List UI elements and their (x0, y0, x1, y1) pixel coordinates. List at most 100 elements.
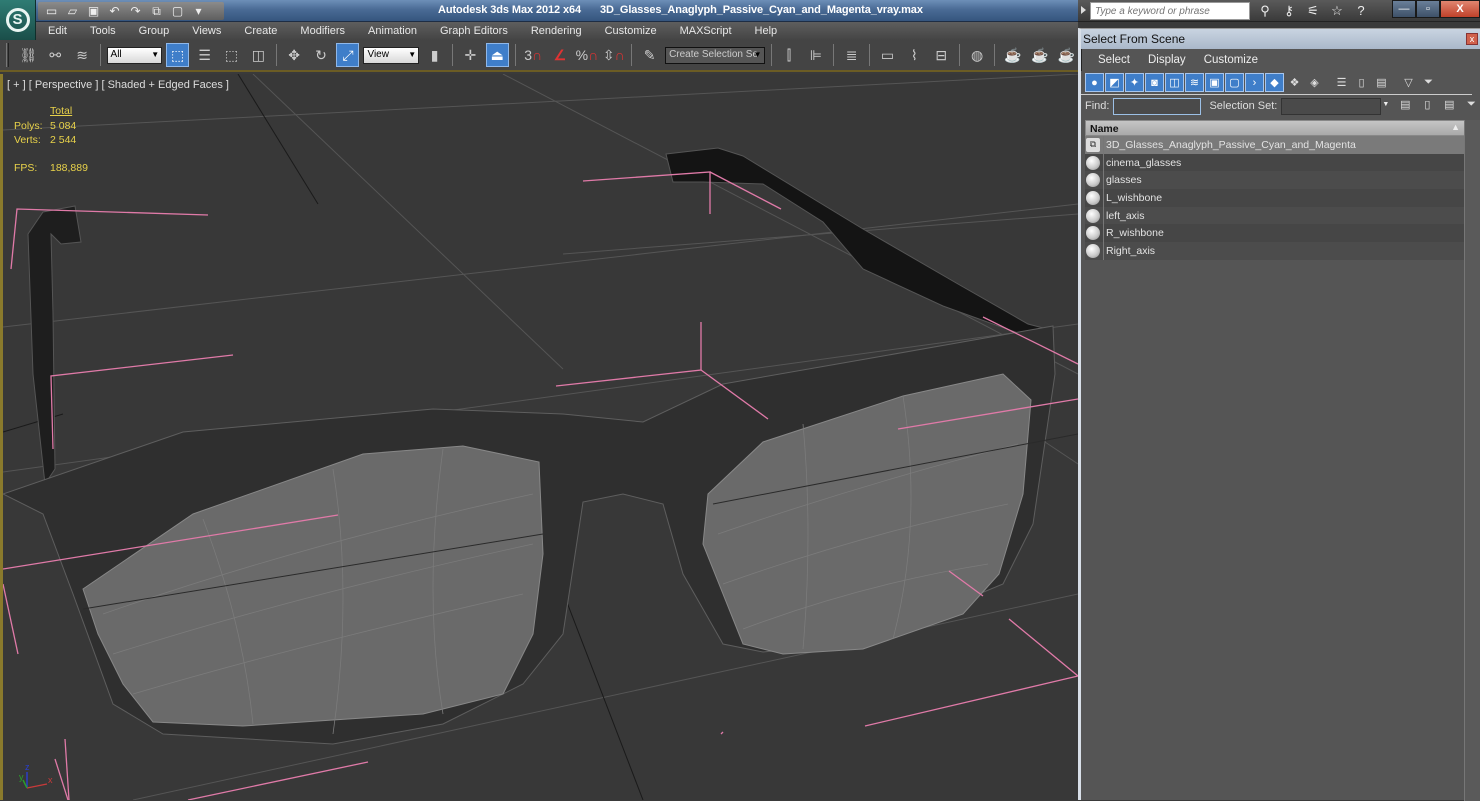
render-setup-icon[interactable]: ☕ (1001, 43, 1024, 67)
rendered-frame-window-icon[interactable]: ☕ (1028, 43, 1051, 67)
render-production-icon[interactable]: ☕ (1055, 43, 1078, 67)
restore-button[interactable]: ▫ (1416, 0, 1440, 18)
window-icon[interactable]: ▢ (170, 4, 185, 18)
minimize-button[interactable]: — (1392, 0, 1416, 18)
menu-modifiers[interactable]: Modifiers (300, 25, 345, 37)
schematic-view-icon[interactable]: ⊟ (930, 43, 953, 67)
new-file-icon[interactable]: ▭ (44, 4, 59, 18)
menu-views[interactable]: Views (192, 25, 221, 37)
edit-named-selection-icon[interactable]: ✎ (638, 43, 661, 67)
redo-icon[interactable]: ↷ (128, 4, 143, 18)
angle-snap-icon[interactable]: ∠ (549, 43, 572, 67)
select-children-icon[interactable]: ▤ (1397, 98, 1413, 114)
named-selection-set-dropdown[interactable]: Create Selection Se (665, 46, 765, 64)
reference-coordinate-dropdown[interactable]: View (363, 46, 420, 64)
menu-edit[interactable]: Edit (48, 25, 67, 37)
viewport-canvas[interactable]: z y x (3, 74, 1078, 800)
select-and-rotate-icon[interactable]: ↻ (310, 43, 333, 67)
list-item[interactable]: R_wishbone (1085, 224, 1465, 243)
app-menu-button[interactable]: S (0, 0, 36, 40)
select-and-link-icon[interactable]: ⛓ (17, 43, 40, 67)
percent-snap-icon[interactable]: % ∩ (575, 43, 599, 67)
select-influences-icon[interactable]: ▤ (1441, 98, 1457, 114)
rectangular-selection-icon[interactable]: ⬚ (220, 43, 243, 67)
keyboard-shortcut-override-icon[interactable]: ⏏ (485, 43, 509, 67)
left-temple-arm[interactable] (27, 205, 82, 486)
menu-customize[interactable]: Customize (605, 25, 657, 37)
unlink-icon[interactable]: ⚯ (44, 43, 67, 67)
select-and-manipulate-icon[interactable]: ✛ (459, 43, 482, 67)
align-icon[interactable]: ⊫ (804, 43, 827, 67)
open-file-icon[interactable]: ▱ (65, 4, 80, 18)
selection-filter-dropdown[interactable]: All (106, 46, 163, 64)
find-input[interactable] (1113, 97, 1202, 115)
perspective-viewport[interactable]: z y x [ + ] [ Perspective ] [ Shaded + E… (0, 74, 1078, 800)
pivot-center-icon[interactable]: ▮ (423, 43, 446, 67)
display-groups-icon[interactable]: ▣ (1205, 73, 1224, 92)
menu-graph-editors[interactable]: Graph Editors (440, 25, 508, 37)
select-dependents-icon[interactable]: ▯ (1419, 98, 1435, 114)
select-object-icon[interactable]: ⬚ (166, 43, 190, 67)
window-crossing-icon[interactable]: ◫ (247, 43, 270, 67)
display-helpers-icon[interactable]: ◫ (1165, 73, 1184, 92)
menu-rendering[interactable]: Rendering (531, 25, 582, 37)
dialog-scrollbar[interactable] (1464, 120, 1480, 801)
graphite-modeling-icon[interactable]: ▭ (876, 43, 899, 67)
curve-editor-icon[interactable]: ⌇ (903, 43, 926, 67)
mirror-icon[interactable]: ⫿ (778, 43, 801, 67)
dialog-close-button[interactable]: x (1466, 33, 1478, 45)
find-options-icon[interactable]: ⏷ (1463, 98, 1479, 114)
viewport-label-menu[interactable]: [ + ] [ Perspective ] [ Shaded + Edged F… (7, 79, 229, 91)
help-icon[interactable]: ? (1352, 2, 1370, 20)
material-editor-icon[interactable]: ◍ (966, 43, 989, 67)
display-containers-icon[interactable]: ◆ (1265, 73, 1284, 92)
satellite-icon[interactable]: ⚟ (1304, 2, 1322, 20)
menu-animation[interactable]: Animation (368, 25, 417, 37)
select-by-name-icon[interactable]: ☰ (193, 43, 216, 67)
menu-tools[interactable]: Tools (90, 25, 116, 37)
display-frozen-icon[interactable]: ❖ (1285, 73, 1304, 92)
list-item[interactable]: L_wishbone (1085, 189, 1465, 207)
display-shapes-icon[interactable]: ◩ (1105, 73, 1124, 92)
select-and-move-icon[interactable]: ✥ (283, 43, 306, 67)
infocenter-search-input[interactable] (1090, 2, 1250, 20)
close-button[interactable]: X (1440, 0, 1480, 18)
dialog-menu-select[interactable]: Select (1098, 54, 1130, 66)
dialog-menu-display[interactable]: Display (1148, 54, 1186, 66)
snaps-toggle-icon[interactable]: 3 ∩ (522, 43, 545, 67)
menu-group[interactable]: Group (139, 25, 170, 37)
toolbar-grip[interactable] (6, 43, 9, 67)
list-item[interactable]: cinema_glasses (1085, 153, 1465, 172)
save-icon[interactable]: ▣ (86, 4, 101, 18)
dialog-title-bar[interactable]: Select From Scene x (1081, 29, 1480, 49)
menu-maxscript[interactable]: MAXScript (680, 25, 732, 37)
key-icon[interactable]: ⚷ (1280, 2, 1298, 20)
binoculars-icon[interactable]: ⚲ (1256, 2, 1274, 20)
menu-create[interactable]: Create (244, 25, 277, 37)
star-icon[interactable]: ☆ (1328, 2, 1346, 20)
select-none-icon[interactable]: ▯ (1352, 73, 1371, 92)
filter-options-icon[interactable]: ⏷ (1419, 73, 1438, 92)
display-hidden-icon[interactable]: ◈ (1305, 73, 1324, 92)
display-lights-icon[interactable]: ✦ (1125, 73, 1144, 92)
column-header-name[interactable]: Name ▲ (1085, 120, 1467, 136)
display-bones-icon[interactable]: › (1245, 73, 1264, 92)
list-item[interactable]: Right_axis (1085, 242, 1465, 260)
dialog-menu-customize[interactable]: Customize (1204, 54, 1258, 66)
list-item[interactable]: ⧉ 3D_Glasses_Anaglyph_Passive_Cyan_and_Ma… (1085, 136, 1465, 154)
menu-help[interactable]: Help (755, 25, 778, 37)
select-invert-icon[interactable]: ▤ (1372, 73, 1391, 92)
select-and-scale-icon[interactable]: ⤢ (336, 43, 360, 67)
project-folder-icon[interactable]: ⧉ (149, 4, 164, 18)
display-geometry-icon[interactable]: ● (1085, 73, 1104, 92)
list-item[interactable]: left_axis (1085, 206, 1465, 225)
filter-icon[interactable]: ▽ (1399, 73, 1418, 92)
display-space-warps-icon[interactable]: ≋ (1185, 73, 1204, 92)
undo-icon[interactable]: ↶ (107, 4, 122, 18)
display-xrefs-icon[interactable]: ▢ (1225, 73, 1244, 92)
bind-space-warp-icon[interactable]: ≋ (71, 43, 94, 67)
display-cameras-icon[interactable]: ◙ (1145, 73, 1164, 92)
spinner-snap-icon[interactable]: ⇳ ∩ (602, 43, 625, 67)
customize-dropdown-icon[interactable]: ▾ (191, 4, 206, 18)
expand-search-icon[interactable] (1081, 6, 1086, 14)
